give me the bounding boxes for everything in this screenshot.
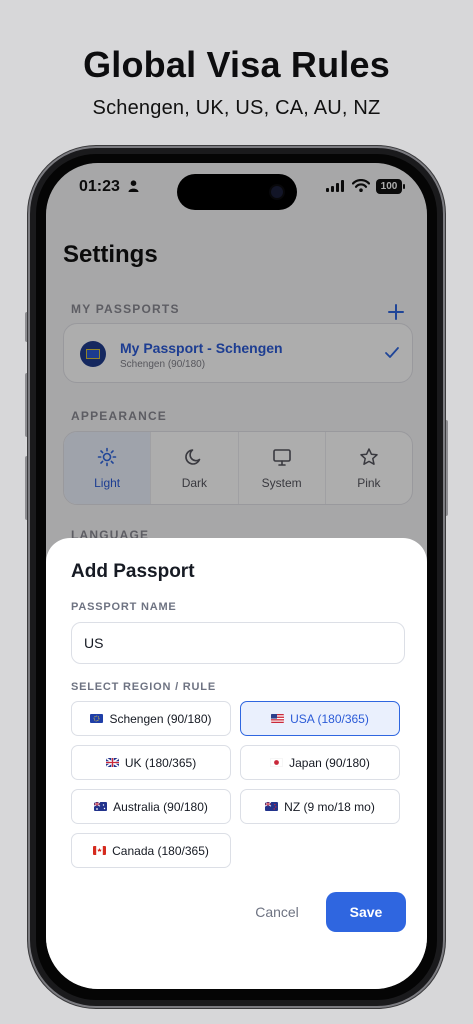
us-flag-icon (271, 714, 285, 723)
australia-flag-icon (94, 802, 108, 811)
region-option-canada[interactable]: Canada (180/365) (71, 833, 231, 868)
eu-flag-icon (90, 714, 104, 723)
promo-page: Global Visa Rules Schengen, UK, US, CA, … (0, 0, 473, 1024)
passport-name-input[interactable] (71, 622, 405, 664)
region-option-nz[interactable]: NZ (9 mo/18 mo) (240, 789, 400, 824)
hero-subtitle: Schengen, UK, US, CA, AU, NZ (92, 97, 381, 119)
save-button[interactable]: Save (326, 892, 406, 932)
region-option-label: UK (180/365) (124, 755, 197, 770)
phone-screen: 01:23 100 Settings MY PASSPORTS My Passp… (46, 163, 427, 989)
region-option-label: USA (180/365) (290, 711, 369, 726)
region-option-usa[interactable]: USA (180/365) (240, 701, 400, 736)
nz-flag-icon (265, 802, 279, 811)
japan-flag-icon (270, 758, 284, 767)
region-option-schengen[interactable]: Schengen (90/180) (71, 701, 231, 736)
region-option-label: Canada (180/365) (112, 843, 209, 858)
sheet-title: Add Passport (71, 561, 195, 582)
passport-name-label: PASSPORT NAME (71, 601, 177, 613)
region-option-label: Japan (90/180) (289, 755, 370, 770)
region-option-label: Australia (90/180) (113, 799, 208, 814)
cancel-button[interactable]: Cancel (245, 893, 309, 931)
region-option-uk[interactable]: UK (180/365) (71, 745, 231, 780)
region-option-label: Schengen (90/180) (109, 711, 212, 726)
hero-title: Global Visa Rules (83, 44, 390, 85)
region-option-japan[interactable]: Japan (90/180) (240, 745, 400, 780)
region-option-australia[interactable]: Australia (90/180) (71, 789, 231, 824)
uk-flag-icon (105, 758, 119, 767)
region-label: SELECT REGION / RULE (71, 681, 216, 693)
canada-flag-icon (93, 846, 107, 855)
add-passport-sheet: Add Passport PASSPORT NAME SELECT REGION… (46, 538, 427, 989)
region-option-label: NZ (9 mo/18 mo) (284, 799, 375, 814)
